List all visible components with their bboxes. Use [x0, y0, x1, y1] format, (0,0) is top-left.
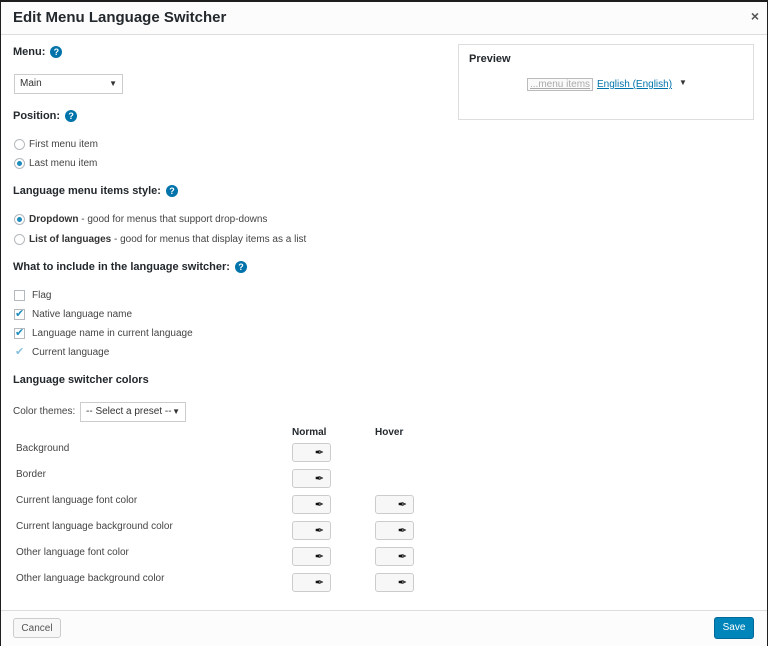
help-icon[interactable]: ?	[50, 46, 63, 59]
dialog-footer: Cancel Save	[1, 610, 767, 646]
chevron-down-icon: ▼	[172, 407, 180, 416]
style-list-radio[interactable]	[14, 234, 25, 245]
position-label: Position:	[13, 110, 61, 122]
current-font-normal-picker[interactable]: ✒	[292, 495, 331, 514]
close-icon[interactable]: ×	[751, 8, 759, 24]
color-picker-icon: ✒	[314, 525, 324, 537]
color-row-label: Current language font color	[16, 495, 138, 506]
style-list-title: List of languages	[29, 234, 112, 245]
preview-panel: Preview ...menu items English (English) …	[458, 44, 754, 120]
menu-label: Menu:	[13, 46, 46, 58]
current-language-label: Current language	[32, 347, 110, 358]
style-label-row: Language menu items style:?	[13, 185, 178, 198]
cancel-button[interactable]: Cancel	[13, 618, 61, 638]
preview-language-link[interactable]: English (English)	[597, 79, 672, 90]
help-icon[interactable]: ?	[234, 261, 247, 274]
colors-label: Language switcher colors	[13, 374, 149, 386]
color-row-label: Current language background color	[16, 521, 173, 532]
menu-label-row: Menu:?	[13, 46, 63, 59]
caret-down-icon: ▼	[679, 78, 687, 87]
other-bg-hover-picker[interactable]: ✒	[375, 573, 414, 592]
color-picker-icon: ✒	[314, 447, 324, 459]
current-bg-normal-picker[interactable]: ✒	[292, 521, 331, 540]
color-picker-icon: ✒	[397, 499, 407, 511]
color-picker-icon: ✒	[397, 525, 407, 537]
color-picker-icon: ✒	[397, 551, 407, 563]
border-normal-picker[interactable]: ✒	[292, 469, 331, 488]
style-list-label: List of languages - good for menus that …	[29, 234, 306, 245]
color-picker-icon: ✒	[314, 473, 324, 485]
dialog: Edit Menu Language Switcher × Menu:? Mai…	[1, 2, 767, 646]
current-name-checkbox[interactable]	[14, 326, 25, 339]
include-label: What to include in the language switcher…	[13, 261, 230, 273]
other-font-hover-picker[interactable]: ✒	[375, 547, 414, 566]
style-dropdown-desc: - good for menus that support drop-downs	[78, 214, 268, 225]
current-language-checkbox	[14, 345, 25, 358]
color-themes-label: Color themes:	[13, 406, 76, 417]
dialog-header: Edit Menu Language Switcher ×	[1, 2, 767, 35]
current-font-hover-picker[interactable]: ✒	[375, 495, 414, 514]
current-bg-hover-picker[interactable]: ✒	[375, 521, 414, 540]
style-label: Language menu items style:	[13, 185, 161, 197]
color-picker-icon: ✒	[314, 577, 324, 589]
color-picker-icon: ✒	[397, 577, 407, 589]
flag-label: Flag	[32, 290, 52, 301]
other-font-normal-picker[interactable]: ✒	[292, 547, 331, 566]
color-row-label: Other language font color	[16, 547, 129, 558]
color-row-label: Border	[16, 469, 47, 480]
style-list-desc: - good for menus that display items as a…	[111, 234, 307, 245]
native-name-label: Native language name	[32, 309, 133, 320]
position-last-radio[interactable]	[14, 158, 25, 169]
color-picker-icon: ✒	[314, 499, 324, 511]
style-dropdown-label: Dropdown - good for menus that support d…	[29, 214, 267, 225]
color-picker-icon: ✒	[314, 551, 324, 563]
style-dropdown-title: Dropdown	[29, 214, 79, 225]
flag-checkbox[interactable]	[14, 290, 25, 301]
normal-column-header: Normal	[292, 427, 327, 438]
position-last-label: Last menu item	[29, 158, 98, 169]
position-label-row: Position:?	[13, 110, 78, 123]
other-bg-normal-picker[interactable]: ✒	[292, 573, 331, 592]
chevron-down-icon: ▼	[109, 79, 117, 88]
dialog-title: Edit Menu Language Switcher	[13, 9, 227, 26]
position-first-label: First menu item	[29, 139, 98, 150]
menu-select[interactable]: Main ▼	[14, 74, 123, 94]
color-preset-value: -- Select a preset --	[86, 406, 172, 417]
position-first-radio[interactable]	[14, 139, 25, 150]
current-name-label: Language name in current language	[32, 328, 193, 339]
help-icon[interactable]: ?	[65, 110, 78, 123]
style-dropdown-radio[interactable]	[14, 214, 25, 225]
color-row-label: Other language background color	[16, 573, 165, 584]
preview-menu-items: ...menu items	[527, 78, 594, 91]
menu-select-value: Main	[20, 78, 42, 89]
help-icon[interactable]: ?	[165, 185, 178, 198]
include-label-row: What to include in the language switcher…	[13, 261, 247, 274]
background-normal-picker[interactable]: ✒	[292, 443, 331, 462]
color-preset-select[interactable]: -- Select a preset -- ▼	[80, 402, 186, 422]
color-row-label: Background	[16, 443, 70, 454]
save-button[interactable]: Save	[714, 617, 754, 639]
preview-title: Preview	[469, 53, 511, 65]
native-name-checkbox[interactable]	[14, 307, 25, 320]
hover-column-header: Hover	[375, 427, 404, 438]
